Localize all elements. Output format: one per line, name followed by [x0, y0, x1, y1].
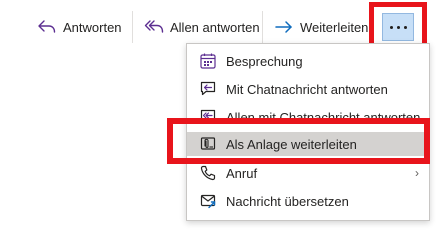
forward-arrow-icon — [273, 17, 295, 37]
reply-all-icon — [143, 17, 165, 37]
more-options-icon — [389, 25, 407, 29]
menu-item-label: Allen mit Chatnachricht antworten — [226, 109, 421, 125]
menu-item-label: Als Anlage weiterleiten — [226, 136, 357, 152]
menu-item-call[interactable]: Anruf › — [187, 161, 429, 185]
calendar-icon — [199, 52, 217, 70]
menu-item-forward-as-attachment[interactable]: Als Anlage weiterleiten — [187, 132, 429, 156]
reply-all-button[interactable]: Allen antworten — [133, 11, 263, 43]
translate-icon — [199, 192, 217, 210]
phone-icon — [199, 164, 217, 182]
chevron-right-icon: › — [415, 166, 419, 180]
menu-item-reply-chat[interactable]: Mit Chatnachricht antworten — [187, 77, 429, 101]
menu-item-translate[interactable]: Nachricht übersetzen — [187, 189, 429, 213]
attachment-icon — [199, 135, 217, 153]
menu-item-label: Besprechung — [226, 53, 303, 69]
forward-label: Weiterleiten — [300, 19, 369, 35]
reply-button[interactable]: Antworten — [27, 11, 133, 43]
outlook-reading-pane: Antworten Allen antworten Weiterleiten B… — [0, 0, 436, 223]
more-actions-menu: Besprechung Mit Chatnachricht antworten — [186, 43, 430, 221]
chat-reply-icon — [199, 80, 217, 98]
menu-item-meeting[interactable]: Besprechung — [187, 49, 429, 73]
reply-all-label: Allen antworten — [170, 19, 260, 35]
menu-item-reply-all-chat[interactable]: Allen mit Chatnachricht antworten — [187, 105, 429, 129]
more-options-button[interactable] — [382, 13, 414, 41]
reply-icon — [36, 17, 58, 37]
menu-item-label: Nachricht übersetzen — [226, 193, 349, 209]
menu-item-label: Anruf — [226, 165, 258, 181]
chat-reply-all-icon — [199, 108, 217, 126]
menu-item-label: Mit Chatnachricht antworten — [226, 81, 388, 97]
forward-button[interactable]: Weiterleiten — [263, 11, 375, 43]
reply-label: Antworten — [63, 19, 122, 35]
